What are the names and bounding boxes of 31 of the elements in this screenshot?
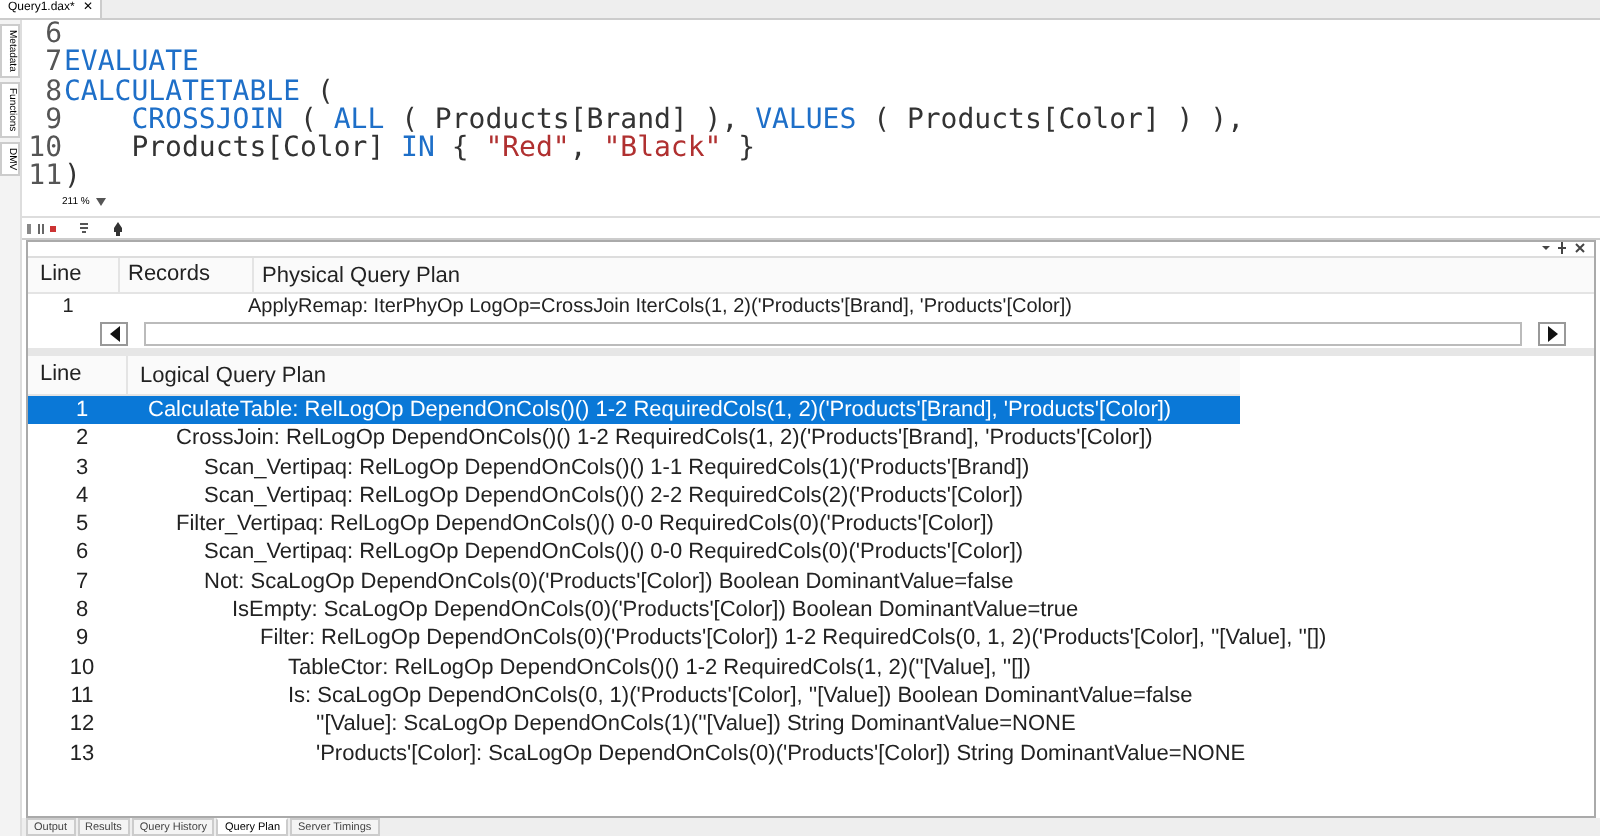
line-number: 9	[45, 105, 64, 135]
column-header[interactable]: Line	[28, 258, 120, 292]
code-line: )	[64, 162, 81, 192]
line-number: 6	[43, 20, 64, 49]
plan-row[interactable]: 6 Scan_Vertipaq: RelLogOp DependOnCols()() 0-0 RequiredCols(0)('Products'[Color])	[28, 538, 1594, 568]
plan-row[interactable]: 12 ''[Value]: ScaLogOp DependOnCols(1)(''[Value]) String DominantValue=NONE	[28, 710, 1594, 740]
code-line: CALCULATETABLE (	[64, 77, 334, 106]
line-number: 10	[26, 134, 64, 163]
code-line: EVALUATE	[64, 48, 199, 78]
plan-row[interactable]: 10 TableCtor: RelLogOp DependOnCols()() 1-2 RequiredCols(1, 2)(''[Value], ''[])	[28, 653, 1594, 682]
code-line: CROSSJOIN ( ALL ( Products[Brand] ), VALUES ( Products[Color] ) ),	[129, 105, 1245, 135]
plan-row[interactable]: 5 Filter_Vertipaq: RelLogOp DependOnCols()() 0-0 RequiredCols(0)('Products'[Color])	[28, 510, 1594, 539]
column-header[interactable]: Logical Query Plan	[128, 363, 326, 387]
column-header[interactable]: Line	[28, 356, 128, 394]
line-number: 1	[60, 294, 76, 320]
line-number: 11	[26, 162, 64, 192]
line-number: 7	[43, 48, 64, 78]
line-number: 8	[43, 77, 64, 106]
plan-row[interactable]: 1 CalculateTable: RelLogOp DependOnCols()() 1-2 RequiredCols(1, 2)('Products'[Brand], 'Products'[Color])	[28, 396, 1240, 425]
plan-row[interactable]: 9 Filter: RelLogOp DependOnCols(0)('Products'[Color]) 1-2 RequiredCols(0, 1, 2)('Products'[Color], ''[Value], ''[])	[28, 624, 1594, 654]
plan-row[interactable]: 4 Scan_Vertipaq: RelLogOp DependOnCols()() 2-2 RequiredCols(2)('Products'[Color])	[28, 481, 1594, 511]
column-header[interactable]: Records	[120, 258, 254, 292]
plan-row[interactable]: 11 Is: ScaLogOp DependOnCols(0, 1)('Products'[Color], ''[Value]) Boolean DominantValue=false	[28, 681, 1594, 711]
plan-row[interactable]: 3 Scan_Vertipaq: RelLogOp DependOnCols()() 1-1 RequiredCols(1)('Products'[Brand])	[28, 453, 1594, 482]
plan-row[interactable]: 7 Not: ScaLogOp DependOnCols(0)('Products'[Color]) Boolean DominantValue=false	[28, 567, 1594, 597]
plan-row[interactable]: 13 'Products'[Color]: ScaLogOp DependOnCols(0)('Products'[Color]) String DominantValue=NONE	[28, 739, 1594, 768]
plan-text: ApplyRemap: IterPhyOp LogOp=CrossJoin IterCols(1, 2)('Products'[Brand], 'Products'[Color])	[246, 294, 1072, 320]
code-line: Products[Color] IN { "Red", "Black" }	[129, 134, 756, 163]
plan-row[interactable]: 8 IsEmpty: ScaLogOp DependOnCols(0)('Products'[Color]) Boolean DominantValue=true	[28, 596, 1594, 625]
plan-row[interactable]: 2 CrossJoin: RelLogOp DependOnCols()() 1-2 RequiredCols(1, 2)('Products'[Brand], 'Products'[Color])	[28, 424, 1594, 454]
column-header[interactable]: Physical Query Plan	[254, 263, 461, 287]
